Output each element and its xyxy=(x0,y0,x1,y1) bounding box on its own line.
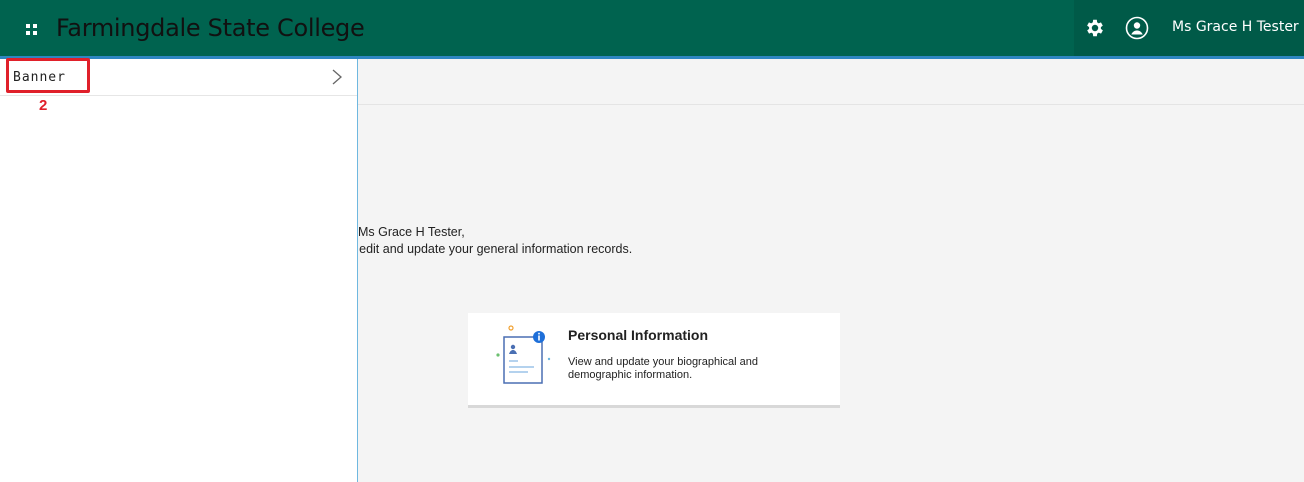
brand-title[interactable]: Farmingdale State College xyxy=(56,14,365,42)
card-title[interactable]: Personal Information xyxy=(568,327,708,343)
greeting-line-1: Hello Ms Grace H Tester, xyxy=(326,225,465,239)
step-highlight-box xyxy=(6,58,90,93)
username-label[interactable]: Ms Grace H Tester xyxy=(1172,19,1299,35)
user-icon[interactable] xyxy=(1125,16,1149,40)
side-menu: Banner xyxy=(0,59,358,482)
gear-icon[interactable] xyxy=(1084,17,1106,39)
greeting-text: Hello Ms Grace H Tester, View, edit and … xyxy=(326,224,632,258)
apps-icon[interactable] xyxy=(26,24,37,35)
main-divider xyxy=(358,104,1304,105)
personal-information-card[interactable]: Personal Information View and update you… xyxy=(468,313,840,408)
app-header: Farmingdale State College Ms Grace H Tes… xyxy=(0,0,1304,56)
step-number: 2 xyxy=(39,97,48,114)
card-description: View and update your biographical and de… xyxy=(568,356,758,381)
personal-info-icon xyxy=(496,325,551,384)
greeting-line-2: View, edit and update your general infor… xyxy=(326,242,633,256)
chevron-right-icon[interactable] xyxy=(330,69,344,85)
